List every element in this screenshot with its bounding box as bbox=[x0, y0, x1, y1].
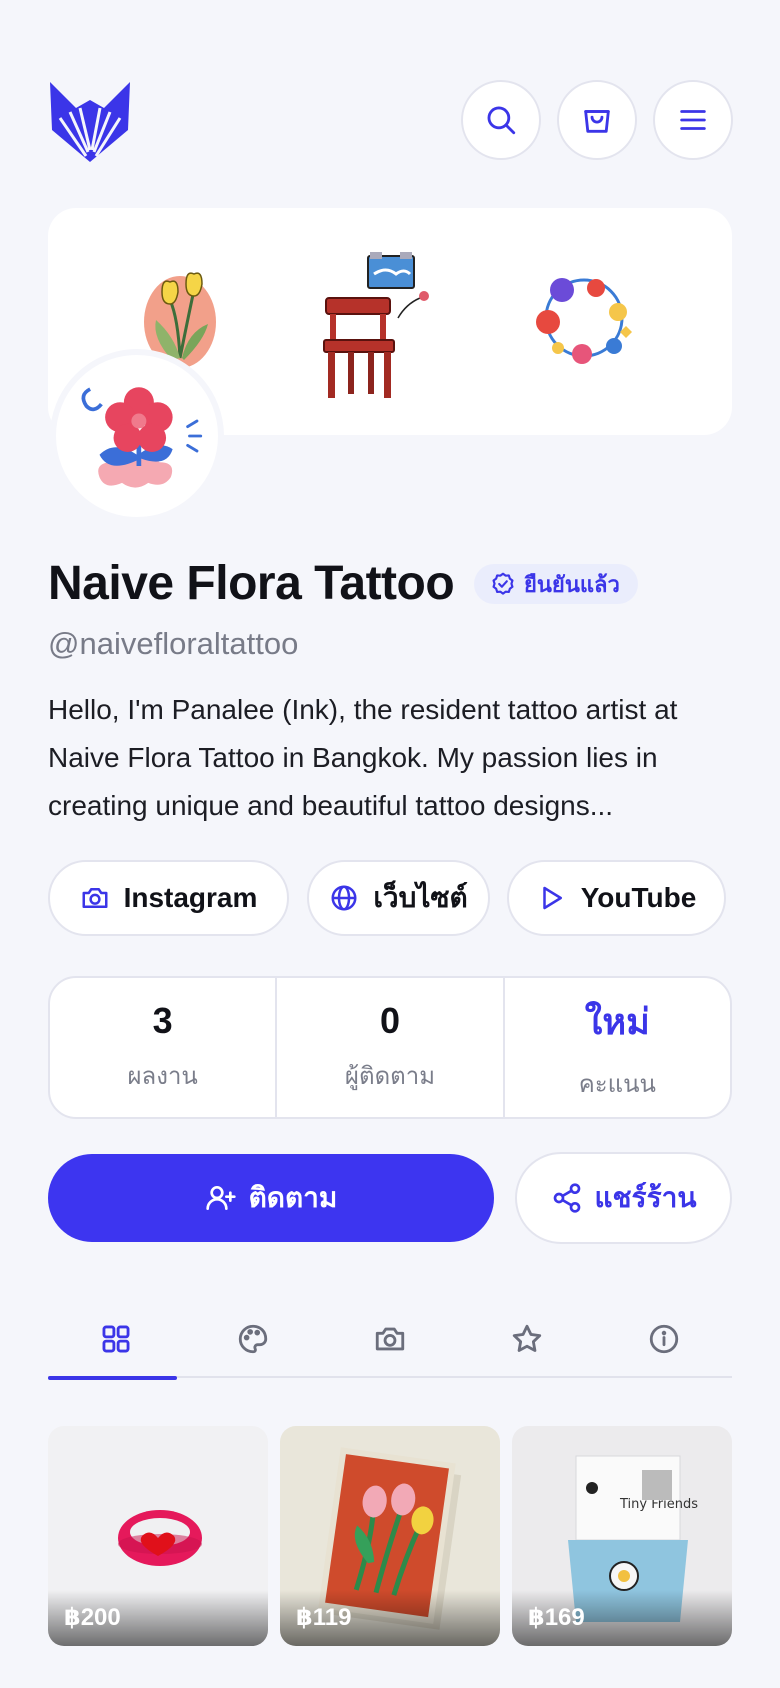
share-shop-button[interactable]: แชร์ร้าน bbox=[515, 1152, 732, 1244]
youtube-label: YouTube bbox=[580, 882, 697, 913]
camera-icon bbox=[375, 1327, 405, 1351]
star-icon bbox=[512, 1324, 541, 1352]
tab-grid[interactable] bbox=[48, 1300, 185, 1380]
info-icon bbox=[649, 1324, 678, 1354]
product-price: ฿119 bbox=[296, 1604, 352, 1631]
product-card[interactable]: ฿119 bbox=[280, 1426, 500, 1646]
product-price: ฿169 bbox=[528, 1604, 585, 1631]
shop-bio: Hello, I'm Panalee (Ink), the resident t… bbox=[48, 694, 678, 821]
hamburger-menu-icon bbox=[680, 110, 706, 130]
tab-designs[interactable] bbox=[185, 1300, 322, 1378]
stat-works-label: ผลงาน bbox=[127, 1063, 198, 1090]
content-tabs bbox=[48, 1300, 732, 1380]
shop-name: Naive Flora Tattoo bbox=[48, 557, 455, 610]
stat-works-value: 3 bbox=[152, 1000, 173, 1041]
instagram-link[interactable]: Instagram bbox=[48, 860, 289, 936]
verified-badge: ยืนยันแล้ว bbox=[474, 564, 638, 604]
user-plus-icon bbox=[205, 1186, 236, 1210]
stat-works[interactable]: 3 ผลงาน bbox=[50, 978, 275, 1117]
follow-label: ติดตาม bbox=[248, 1182, 338, 1213]
tab-info[interactable] bbox=[595, 1300, 732, 1378]
wreath-illustration bbox=[536, 278, 632, 364]
camera-icon bbox=[82, 888, 108, 908]
stats-panel: 3 ผลงาน 0 ผู้ติดตาม ใหม่ คะแนน bbox=[48, 976, 732, 1119]
shop-handle: @naivefloraltattoo bbox=[48, 626, 299, 661]
share-icon bbox=[553, 1183, 580, 1213]
tab-photos[interactable] bbox=[322, 1300, 459, 1378]
stat-rating-label: คะแนน bbox=[578, 1070, 656, 1098]
cart-button[interactable] bbox=[557, 80, 637, 160]
menu-button[interactable] bbox=[653, 80, 733, 160]
globe-icon bbox=[331, 885, 357, 911]
stat-rating[interactable]: ใหม่ คะแนน bbox=[502, 978, 730, 1117]
stat-followers[interactable]: 0 ผู้ติดตาม bbox=[275, 978, 502, 1117]
shopping-bag-icon bbox=[584, 110, 610, 133]
website-label: เว็บไซต์ bbox=[373, 882, 468, 913]
youtube-link[interactable]: YouTube bbox=[507, 860, 726, 936]
stat-followers-value: 0 bbox=[379, 1000, 400, 1041]
stat-rating-value: ใหม่ bbox=[584, 1000, 650, 1042]
follow-button[interactable]: ติดตาม bbox=[48, 1154, 494, 1242]
fox-logo-icon[interactable] bbox=[46, 78, 134, 162]
tab-reviews[interactable] bbox=[458, 1300, 595, 1378]
share-label: แชร์ร้าน bbox=[594, 1182, 697, 1213]
product-price: ฿200 bbox=[64, 1604, 121, 1631]
avatar[interactable] bbox=[50, 349, 224, 523]
product-card[interactable]: ฿200 bbox=[48, 1426, 268, 1646]
product-card[interactable]: Tiny Friends ฿169 bbox=[512, 1426, 732, 1646]
palette-icon bbox=[239, 1324, 268, 1354]
stat-followers-label: ผู้ติดตาม bbox=[344, 1063, 436, 1090]
instagram-label: Instagram bbox=[123, 882, 258, 913]
website-link[interactable]: เว็บไซต์ bbox=[307, 860, 490, 936]
grid-icon bbox=[102, 1325, 130, 1353]
chair-illustration bbox=[323, 252, 429, 398]
search-icon bbox=[487, 106, 516, 135]
search-button[interactable] bbox=[461, 80, 541, 160]
verified-label: ยืนยันแล้ว bbox=[524, 571, 620, 597]
play-icon bbox=[542, 886, 562, 910]
verified-check-icon bbox=[492, 572, 514, 595]
